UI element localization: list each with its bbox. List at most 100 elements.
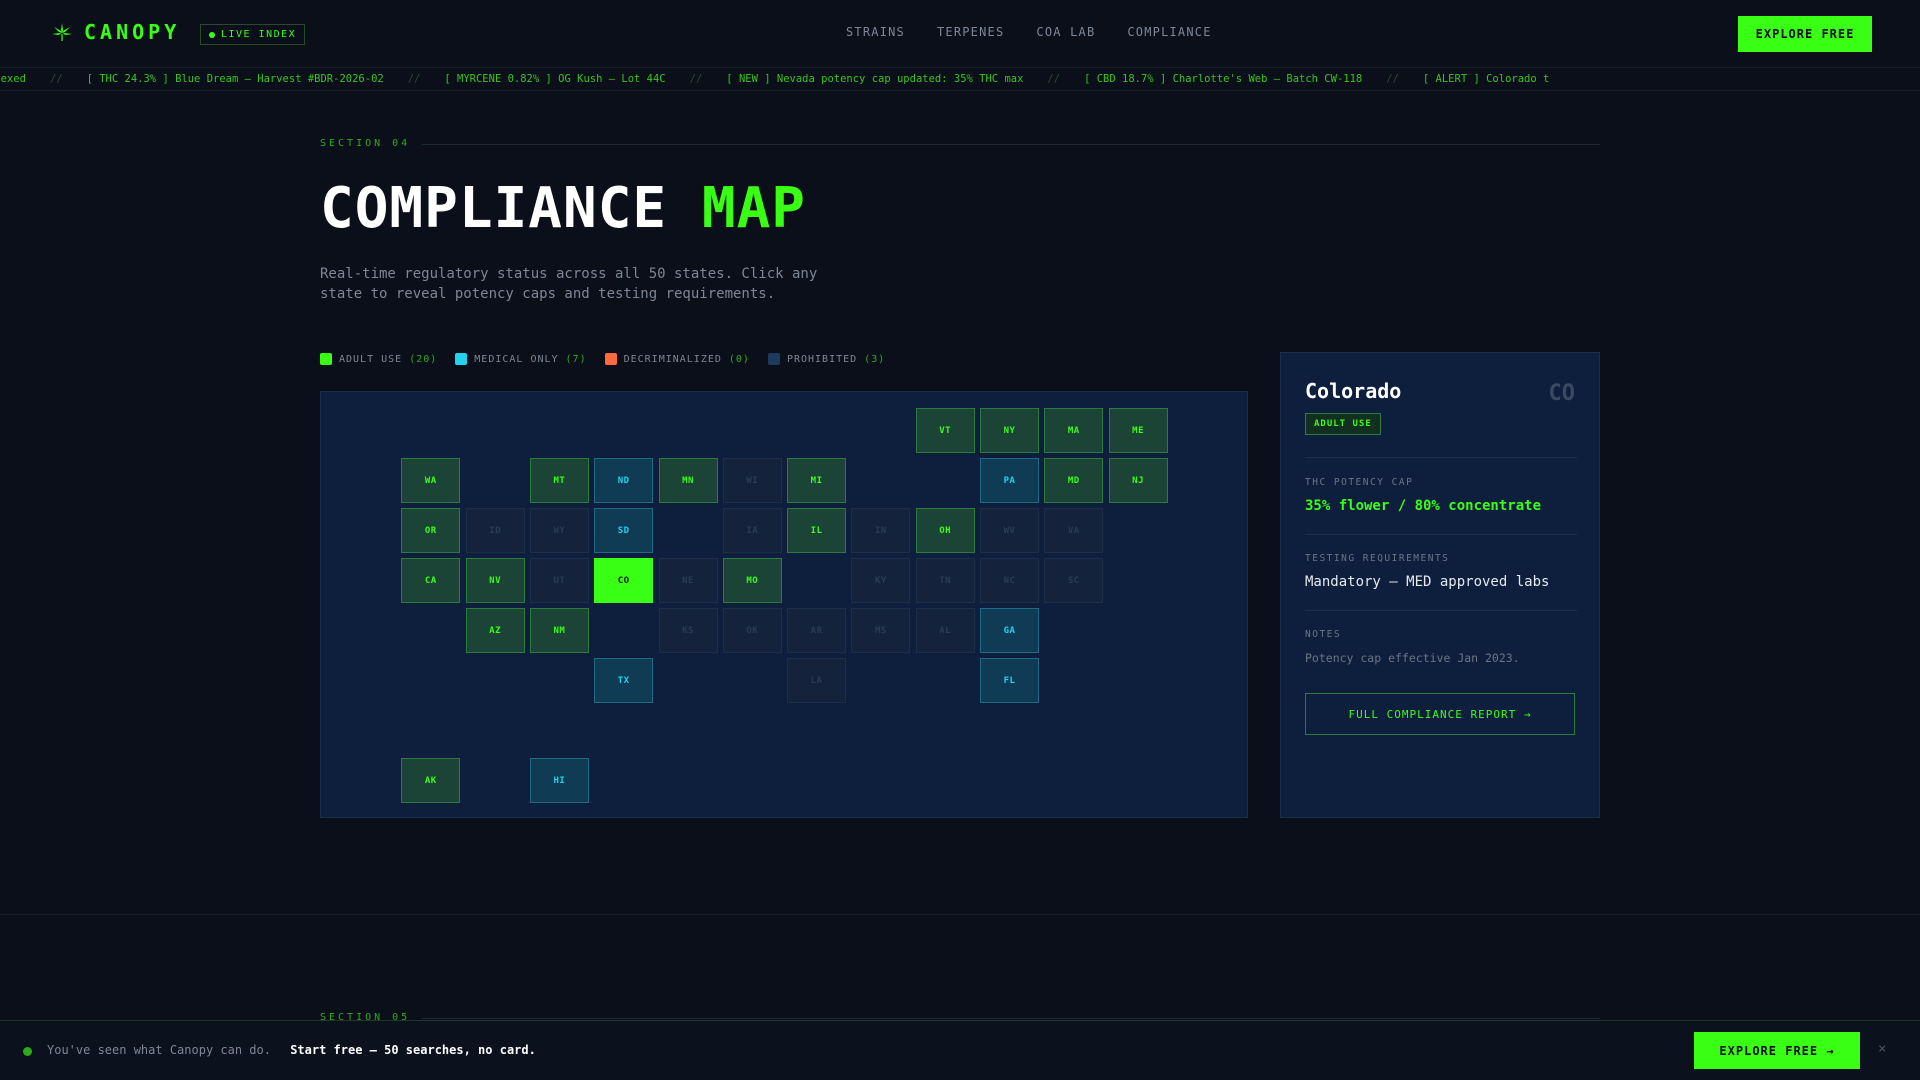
- ticker-separator: //: [1047, 73, 1061, 85]
- state-tile-wa[interactable]: WA: [401, 458, 461, 503]
- ticker-track: ndexed // [ THC 24.3% ] Blue Dream — Harve…: [0, 68, 1573, 90]
- notes-label: NOTES: [1305, 629, 1342, 640]
- next-section-divider: [422, 1018, 1600, 1019]
- state-tile-tn[interactable]: TN: [915, 558, 975, 603]
- state-tile-fl[interactable]: FL: [980, 658, 1039, 703]
- state-tile-al[interactable]: AL: [915, 608, 975, 653]
- banner-message: You've seen what Canopy can do.: [47, 1043, 271, 1057]
- close-icon[interactable]: ×: [1878, 1041, 1886, 1057]
- state-tile-ia[interactable]: IA: [722, 508, 782, 553]
- state-tile-mn[interactable]: MN: [658, 458, 718, 503]
- state-tile-ca[interactable]: CA: [401, 558, 461, 603]
- cannabis-leaf-icon: [52, 23, 72, 41]
- state-tile-il[interactable]: IL: [787, 508, 847, 553]
- testing-value: Mandatory — MED approved labs: [1305, 574, 1550, 590]
- legend-label: DECRIMINALIZED: [623, 353, 722, 365]
- state-tile-tx[interactable]: TX: [594, 658, 654, 703]
- nav-terpenes[interactable]: TERPENES: [937, 25, 1004, 39]
- state-tile-nv[interactable]: NV: [465, 558, 525, 603]
- state-tile-va[interactable]: VA: [1044, 508, 1104, 553]
- banner-explore-free-button[interactable]: EXPLORE FREE →: [1694, 1032, 1860, 1069]
- state-tile-az[interactable]: AZ: [465, 608, 525, 653]
- ticker-separator: //: [689, 73, 703, 85]
- state-tile-ak[interactable]: AK: [401, 758, 461, 803]
- ticker-item[interactable]: [ THC 24.3% ] Blue Dream — Harvest #BDR-…: [87, 73, 384, 85]
- title-accent: MAP: [701, 176, 807, 241]
- legend-item-medical-only[interactable]: MEDICAL ONLY (7): [455, 353, 586, 365]
- ticker-item[interactable]: [ NEW ] Nevada potency cap updated: 35% …: [726, 73, 1023, 85]
- logo-text: CANOPY: [84, 20, 181, 44]
- state-tile-or[interactable]: OR: [401, 508, 461, 553]
- state-tile-id[interactable]: ID: [465, 508, 525, 553]
- full-compliance-report-button[interactable]: FULL COMPLIANCE REPORT →: [1305, 693, 1575, 735]
- ticker-item[interactable]: [ CBD 18.7% ] Charlotte's Web — Batch CW…: [1084, 73, 1362, 85]
- news-ticker: ndexed // [ THC 24.3% ] Blue Dream — Harve…: [0, 68, 1920, 91]
- state-tile-ok[interactable]: OK: [722, 608, 782, 653]
- state-tile-ma[interactable]: MA: [1044, 408, 1104, 453]
- legend-item-decriminalized[interactable]: DECRIMINALIZED (0): [604, 353, 750, 365]
- state-tile-sc[interactable]: SC: [1044, 558, 1104, 603]
- state-tile-ut[interactable]: UT: [529, 558, 589, 603]
- notes-value: Potency cap effective Jan 2023.: [1305, 651, 1520, 665]
- state-tile-in[interactable]: IN: [851, 508, 911, 553]
- live-index-badge: LIVE INDEX: [200, 24, 306, 45]
- state-tile-nj[interactable]: NJ: [1108, 458, 1168, 503]
- state-tile-la[interactable]: LA: [787, 658, 847, 703]
- ticker-separator: //: [1386, 73, 1399, 85]
- banner-text: You've seen what Canopy can do. Start fr…: [47, 1043, 536, 1057]
- state-tile-ny[interactable]: NY: [980, 408, 1039, 453]
- banner-offer: Start free — 50 searches, no card.: [290, 1043, 536, 1057]
- live-dot-icon: [209, 31, 215, 38]
- legend-label: PROHIBITED: [786, 353, 858, 365]
- state-tile-mi[interactable]: MI: [787, 458, 847, 503]
- legend-item-adult-use[interactable]: ADULT USE (20): [320, 353, 437, 365]
- state-tile-mt[interactable]: MT: [529, 458, 589, 503]
- thc-cap-value: 35% flower / 80% concentrate: [1305, 498, 1542, 514]
- legend-label: ADULT USE: [339, 353, 403, 365]
- state-tile-co[interactable]: CO: [594, 558, 654, 603]
- section-separator: [0, 914, 1920, 915]
- legend-item-prohibited[interactable]: PROHIBITED (3): [767, 353, 886, 365]
- state-tile-md[interactable]: MD: [1044, 458, 1104, 503]
- state-tile-ga[interactable]: GA: [980, 608, 1039, 653]
- state-tile-ne[interactable]: NE: [658, 558, 718, 603]
- legend-count: (3): [864, 353, 886, 365]
- panel-divider: [1305, 534, 1577, 535]
- state-tile-ar[interactable]: AR: [787, 608, 847, 653]
- state-tile-wi[interactable]: WI: [722, 458, 782, 503]
- state-tile-hi[interactable]: HI: [529, 758, 589, 803]
- state-tile-ms[interactable]: MS: [851, 608, 911, 653]
- ticker-item[interactable]: [ ALERT ] Colorado t: [1423, 73, 1549, 85]
- state-tile-nc[interactable]: NC: [980, 558, 1039, 603]
- legend-swatch: [455, 353, 468, 365]
- state-tile-vt[interactable]: VT: [915, 408, 975, 453]
- state-tile-nd[interactable]: ND: [594, 458, 654, 503]
- state-tile-nm[interactable]: NM: [529, 608, 589, 653]
- state-tile-sd[interactable]: SD: [594, 508, 654, 553]
- state-tile-pa[interactable]: PA: [980, 458, 1039, 503]
- state-tile-ky[interactable]: KY: [851, 558, 911, 603]
- ticker-separator: //: [49, 73, 63, 85]
- title-main: COMPLIANCE: [320, 176, 668, 241]
- legend-count: (7): [565, 353, 587, 365]
- state-tile-mo[interactable]: MO: [722, 558, 782, 603]
- page-title: COMPLIANCE MAP: [320, 176, 806, 241]
- legend-swatch: [320, 353, 332, 365]
- state-tile-oh[interactable]: OH: [915, 508, 975, 553]
- nav-strains[interactable]: STRAINS: [846, 25, 905, 39]
- nav-coa-lab[interactable]: COA LAB: [1036, 25, 1095, 39]
- state-tile-ks[interactable]: KS: [658, 608, 718, 653]
- state-tile-wv[interactable]: WV: [980, 508, 1039, 553]
- panel-state-code: CO: [1548, 381, 1576, 406]
- legend-count: (20): [409, 353, 438, 365]
- ticker-item[interactable]: [ MYRCENE 0.82% ] OG Kush — Lot 44C: [444, 73, 665, 85]
- legend-label: MEDICAL ONLY: [474, 353, 559, 365]
- ticker-item[interactable]: ndexed: [0, 73, 26, 85]
- section-divider: [422, 144, 1600, 145]
- state-tile-me[interactable]: ME: [1108, 408, 1168, 453]
- state-tile-wy[interactable]: WY: [529, 508, 589, 553]
- testing-label: TESTING REQUIREMENTS: [1305, 553, 1450, 564]
- logo[interactable]: CANOPY: [50, 20, 180, 44]
- explore-free-button[interactable]: EXPLORE FREE: [1738, 16, 1872, 52]
- nav-compliance[interactable]: COMPLIANCE: [1127, 25, 1211, 39]
